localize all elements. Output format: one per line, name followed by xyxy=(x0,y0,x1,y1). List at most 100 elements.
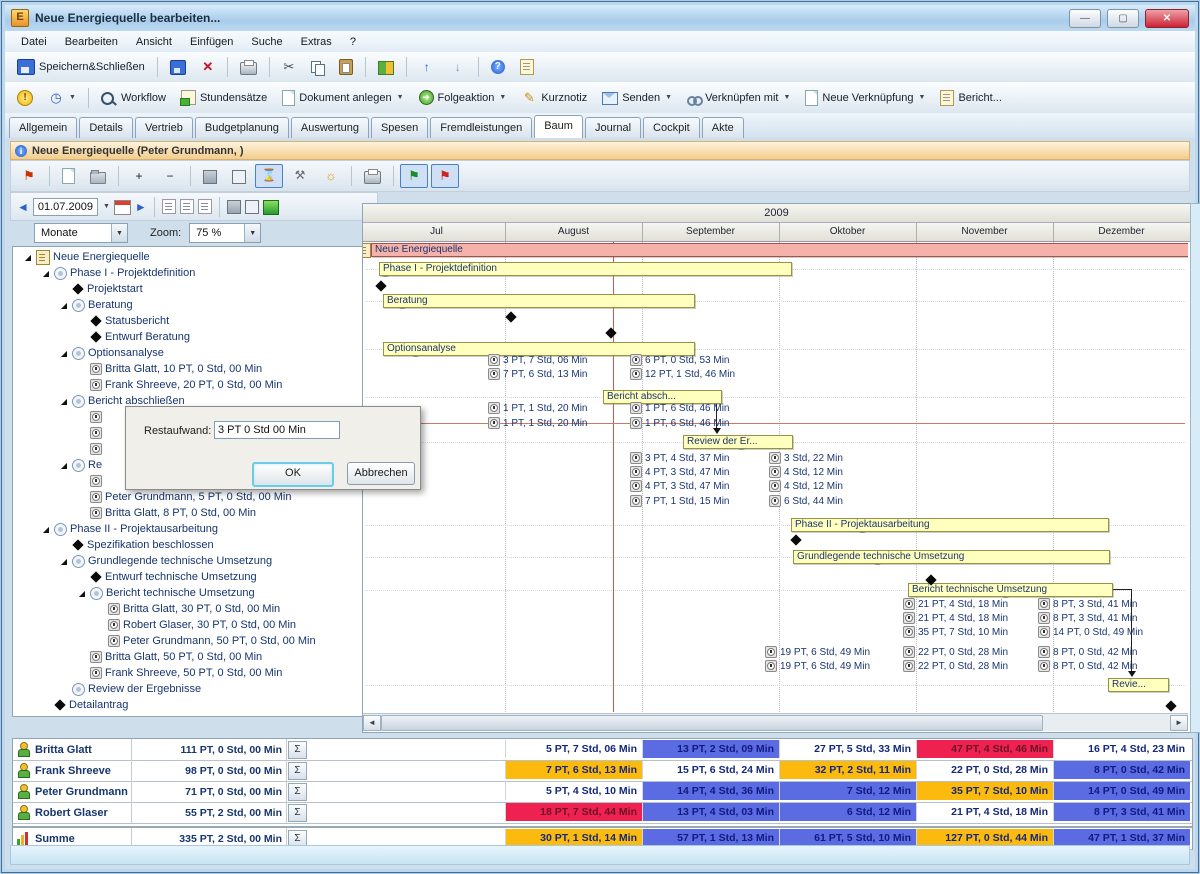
tree-row[interactable]: Britta Glatt, 8 PT, 0 Std, 00 Min xyxy=(77,505,256,521)
gantt-bar[interactable]: Revie... xyxy=(1108,678,1169,692)
tab-fremdleistungen[interactable]: Fremdleistungen xyxy=(430,117,532,138)
gantt-bar[interactable]: Phase II - Projektausarbeitung xyxy=(791,518,1109,532)
minimize-button[interactable]: — xyxy=(1069,9,1101,28)
gantt-bar[interactable]: Phase I - Projektdefinition xyxy=(379,262,792,276)
tree-row[interactable]: Peter Grundmann, 50 PT, 0 Std, 00 Min xyxy=(95,633,316,649)
flaggreen-button[interactable]: ⚑ xyxy=(400,164,428,188)
tree-row[interactable]: ◢Phase I - Projektdefinition xyxy=(41,265,195,281)
speichern-schlie-en-button[interactable]: Speichern&Schließen xyxy=(11,55,151,79)
menu-bearbeiten[interactable]: Bearbeiten xyxy=(57,33,126,51)
milestone-diamond[interactable] xyxy=(605,327,616,338)
tree-row[interactable]: ◢Phase II - Projektausarbeitung xyxy=(41,521,218,537)
tree-row[interactable]: Review der Ergebnisse xyxy=(59,681,201,697)
dropdown-arrow-icon[interactable]: ▼ xyxy=(665,94,672,101)
gantt-bar[interactable]: Bericht technische Umsetzung xyxy=(908,583,1113,597)
tree-row[interactable]: Britta Glatt, 30 PT, 0 Std, 00 Min xyxy=(95,601,280,617)
dropdown-arrow-icon[interactable]: ▼ xyxy=(919,94,926,101)
expander-icon[interactable]: ◢ xyxy=(59,557,69,566)
tree-row[interactable]: Robert Glaser, 30 PT, 0 Std, 00 Min xyxy=(95,617,296,633)
sun-button[interactable]: ☼ xyxy=(317,164,345,188)
note-button[interactable] xyxy=(514,55,540,79)
tree-row[interactable]: ◢Bericht technische Umsetzung xyxy=(77,585,255,601)
tab-vertrieb[interactable]: Vertrieb xyxy=(135,117,193,138)
date-field[interactable]: 01.07.2009 xyxy=(33,198,98,216)
disk-button[interactable] xyxy=(164,56,192,79)
gantt-bar[interactable]: Beratung xyxy=(383,294,695,308)
paste-button[interactable] xyxy=(333,55,359,79)
tab-auswertung[interactable]: Auswertung xyxy=(291,117,369,138)
dropdown-arrow-icon[interactable]: ▼ xyxy=(783,94,790,101)
frame-view-icon[interactable] xyxy=(245,200,259,214)
dropdown-arrow-icon[interactable]: ▼ xyxy=(499,94,506,101)
milestone-diamond[interactable] xyxy=(375,280,386,291)
x-button[interactable]: ✕ xyxy=(195,55,221,79)
tab-cockpit[interactable]: Cockpit xyxy=(643,117,700,138)
tree-row[interactable]: Entwurf Beratung xyxy=(77,329,190,345)
expander-icon[interactable]: ◢ xyxy=(23,253,33,262)
doc-button[interactable] xyxy=(56,164,81,188)
verkn-pfen-mit-button[interactable]: Verknüpfen mit▼ xyxy=(681,88,796,108)
expander-icon[interactable]: ◢ xyxy=(59,461,69,470)
hscroll-thumb[interactable] xyxy=(381,715,1043,731)
gantt-vscrollbar[interactable] xyxy=(1190,203,1200,733)
milestone-diamond[interactable] xyxy=(505,311,516,322)
tab-budgetplanung[interactable]: Budgetplanung xyxy=(195,117,289,138)
tab-spesen[interactable]: Spesen xyxy=(371,117,428,138)
printer-button[interactable] xyxy=(234,55,263,79)
close-button[interactable]: ✕ xyxy=(1145,9,1189,28)
maximize-button[interactable]: ▢ xyxy=(1107,9,1139,28)
tree-row[interactable]: Spezifikation beschlossen xyxy=(59,537,214,553)
cancel-button[interactable]: Abbrechen xyxy=(347,462,415,485)
milestone-diamond[interactable] xyxy=(1165,700,1176,711)
minus-button[interactable]: − xyxy=(156,164,184,188)
neue-verkn-pfung-button[interactable]: Neue Verknüpfung▼ xyxy=(799,86,931,110)
pin-button[interactable]: ⚑ xyxy=(15,164,43,188)
folder-button[interactable] xyxy=(84,164,112,188)
interval-select[interactable]: Monate ▼ xyxy=(34,223,128,243)
menu-ansicht[interactable]: Ansicht xyxy=(128,33,180,51)
gantt-bar[interactable]: Grundlegende technische Umsetzung xyxy=(793,550,1110,564)
tree-row[interactable]: Projektstart xyxy=(59,281,143,297)
org-button[interactable] xyxy=(372,55,400,79)
interval-dropdown-icon[interactable]: ▼ xyxy=(111,224,127,242)
sigma-button[interactable]: Σ xyxy=(288,762,307,780)
title-bar[interactable]: E Neue Energiequelle bearbeiten... — ▢ ✕ xyxy=(5,5,1195,31)
expander-icon[interactable]: ◢ xyxy=(41,525,51,534)
prev-date-button[interactable]: ◄ xyxy=(17,200,29,214)
dropdown-arrow-icon[interactable]: ▼ xyxy=(397,94,404,101)
plus-button[interactable]: + xyxy=(125,164,153,188)
tree-row[interactable]: Statusbericht xyxy=(77,313,169,329)
sigma-button[interactable]: Σ xyxy=(288,741,307,759)
tree-row[interactable]: Entwurf technische Umsetzung xyxy=(77,569,257,585)
menu-datei[interactable]: Datei xyxy=(13,33,55,51)
sqlight-button[interactable] xyxy=(226,165,252,188)
tree-row[interactable]: Britta Glatt, 10 PT, 0 Std, 00 Min xyxy=(77,361,262,377)
tree-row[interactable]: Frank Shreeve, 20 PT, 0 Std, 00 Min xyxy=(77,377,282,393)
tree-row[interactable]: ◢Grundlegende technische Umsetzung xyxy=(59,553,272,569)
copy-button[interactable] xyxy=(305,57,330,78)
day-view-icon[interactable] xyxy=(162,199,176,214)
tree-row[interactable]: ◢Beratung xyxy=(59,297,133,313)
warning-button[interactable]: ! xyxy=(11,86,39,110)
dropdown-arrow-icon[interactable]: ▼ xyxy=(69,94,76,101)
tree-row[interactable]: Britta Glatt, 50 PT, 0 Std, 00 Min xyxy=(77,649,262,665)
tree-row[interactable]: Peter Grundmann, 5 PT, 0 Std, 00 Min xyxy=(77,489,291,505)
fill-view-icon[interactable] xyxy=(227,200,241,214)
dn-button[interactable]: ↓ xyxy=(444,55,472,79)
hscroll-right-icon[interactable]: ► xyxy=(1170,715,1188,731)
expander-icon[interactable]: ◢ xyxy=(59,349,69,358)
flagred-button[interactable]: ⚑ xyxy=(431,164,459,188)
week-view-icon[interactable] xyxy=(180,199,194,214)
expander-icon[interactable]: ◢ xyxy=(59,301,69,310)
hour-button[interactable]: ⌛ xyxy=(255,164,283,188)
bericht-button[interactable]: Bericht... xyxy=(934,86,1007,110)
month-view-icon[interactable] xyxy=(198,199,212,214)
milestone-diamond[interactable] xyxy=(790,534,801,545)
gantt-bar[interactable]: Neue Energiequelle xyxy=(371,243,1188,257)
tab-akte[interactable]: Akte xyxy=(702,117,744,138)
tree-row[interactable]: ◢Neue Energiequelle xyxy=(23,249,150,265)
gantt-hscrollbar[interactable]: ◄ ► xyxy=(363,713,1188,731)
workflow-button[interactable]: Workflow xyxy=(95,87,172,109)
gantt-bar[interactable]: Review der Er... xyxy=(683,435,793,449)
expander-icon[interactable]: ◢ xyxy=(77,589,87,598)
